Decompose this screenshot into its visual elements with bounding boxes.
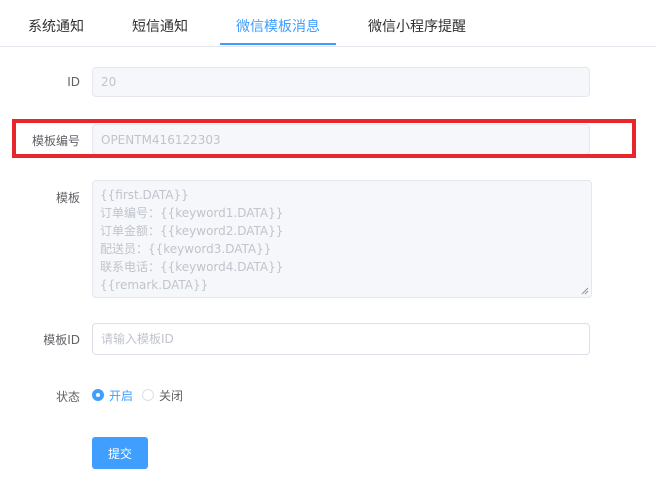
template-id-input[interactable] — [92, 323, 590, 355]
template-line: 订单编号：{{keyword1.DATA}} — [100, 206, 284, 220]
template-line: 订单金额：{{keyword2.DATA}} — [100, 224, 284, 238]
status-label: 状态 — [55, 390, 80, 404]
template-line: {{first.DATA}} — [100, 188, 189, 202]
status-on-label[interactable]: 开启 — [109, 387, 133, 404]
radio-checked-icon[interactable] — [92, 389, 104, 401]
template-id-label: 模板ID — [43, 333, 80, 347]
tab-sms-notice[interactable]: 短信通知 — [132, 0, 188, 44]
template-content-textarea: {{first.DATA}} 订单编号：{{keyword1.DATA}} 订单… — [92, 180, 592, 298]
settings-page: 系统通知 短信通知 微信模板消息 微信小程序提醒 ID 模板编号 模板 {{fi… — [0, 0, 656, 494]
id-label: ID — [67, 75, 80, 89]
tab-mini-program-reminder[interactable]: 微信小程序提醒 — [368, 0, 466, 44]
notification-tabs: 系统通知 短信通知 微信模板消息 微信小程序提醒 — [0, 0, 656, 47]
template-line: 联系电话：{{keyword4.DATA}} — [100, 260, 284, 274]
active-tab-indicator — [220, 43, 336, 45]
id-field — [92, 67, 590, 97]
resize-grip-icon[interactable] — [581, 287, 589, 295]
radio-unchecked-icon[interactable] — [142, 389, 154, 401]
tab-system-notice[interactable]: 系统通知 — [28, 0, 84, 44]
template-label: 模板 — [55, 191, 80, 205]
submit-button[interactable]: 提交 — [92, 437, 148, 469]
status-radio-off[interactable]: 关闭 — [142, 387, 183, 403]
template-line: {{remark.DATA}} — [100, 278, 209, 292]
highlight-box — [12, 119, 636, 158]
tab-wechat-template[interactable]: 微信模板消息 — [236, 0, 320, 44]
template-line: 配送员：{{keyword3.DATA}} — [100, 242, 272, 256]
status-off-label[interactable]: 关闭 — [159, 387, 183, 404]
status-radio-on[interactable]: 开启 — [92, 387, 133, 403]
